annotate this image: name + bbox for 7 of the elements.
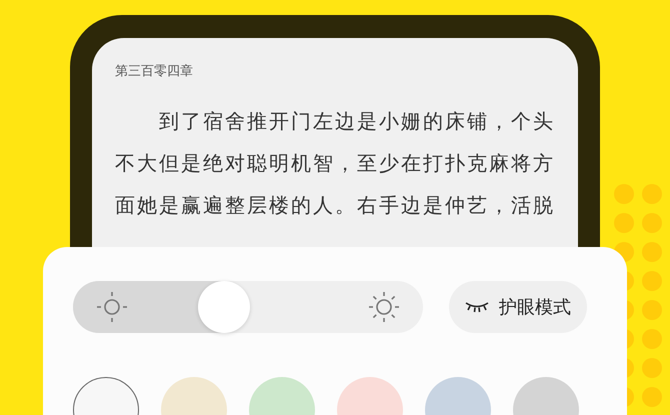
bright-sun-icon [367, 290, 401, 324]
story-paragraph: 到了宿舍推开门左边是小姗的床铺，个头不大但是绝对聪明机智，至少在打扑克麻将方面她是赢遍整层楼的人。右手边是仲艺，活脱 [115, 108, 556, 219]
chapter-title: 第三百零四章 [115, 63, 194, 81]
brightness-slider[interactable] [73, 281, 423, 333]
closed-eye-icon [465, 301, 489, 313]
dim-sun-icon [95, 290, 129, 324]
eye-care-button[interactable]: 护眼模式 [449, 281, 587, 333]
